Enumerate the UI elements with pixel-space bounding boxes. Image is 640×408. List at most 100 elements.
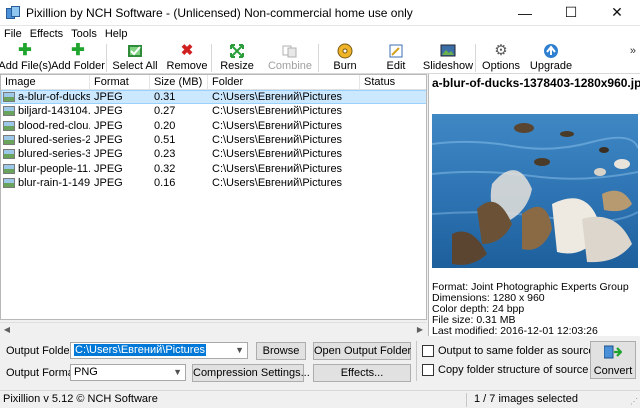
file-folder: C:\Users\Евгений\Pictures bbox=[212, 105, 343, 118]
resize-icon bbox=[229, 43, 245, 59]
file-folder: C:\Users\Евгений\Pictures bbox=[212, 148, 343, 161]
copy-structure-checkbox[interactable]: Copy folder structure of source files bbox=[422, 364, 611, 376]
file-format: JPEG bbox=[94, 91, 123, 104]
checkbox-box[interactable] bbox=[422, 345, 434, 357]
add-files-button[interactable]: ✚ Add File(s) bbox=[0, 42, 52, 74]
file-size: 0.20 bbox=[154, 119, 176, 132]
output-format-value: PNG bbox=[74, 366, 98, 378]
slideshow-button[interactable]: Slideshow bbox=[421, 42, 475, 74]
image-file-icon bbox=[3, 120, 15, 131]
table-row[interactable]: biljard-143104... JPEG 0.27 C:\Users\Евг… bbox=[1, 104, 426, 118]
file-format: JPEG bbox=[94, 105, 123, 118]
convert-label: Convert bbox=[593, 364, 633, 377]
same-folder-checkbox[interactable]: Output to same folder as source files bbox=[422, 345, 617, 357]
file-name: blured-series-3-... bbox=[18, 148, 90, 161]
combine-icon bbox=[282, 43, 298, 59]
column-header-format[interactable]: Format bbox=[90, 75, 150, 90]
divider bbox=[416, 341, 417, 381]
gear-icon: ⚙ bbox=[494, 42, 508, 59]
title-bar: Pixillion by NCH Software - (Unlicensed)… bbox=[0, 0, 640, 26]
image-file-icon bbox=[3, 106, 15, 117]
maximize-button[interactable]: ☐ bbox=[548, 0, 594, 26]
toolbar-overflow-button[interactable]: » bbox=[630, 45, 636, 57]
scroll-right-icon[interactable]: ▶ bbox=[413, 323, 427, 337]
horizontal-scrollbar[interactable]: ◀ ▶ bbox=[0, 322, 427, 336]
file-folder: C:\Users\Евгений\Pictures bbox=[212, 134, 343, 147]
file-size: 0.27 bbox=[154, 105, 176, 118]
column-header-image[interactable]: Image bbox=[1, 75, 90, 90]
column-header-size[interactable]: Size (MB) bbox=[150, 75, 208, 90]
resize-button[interactable]: Resize bbox=[212, 42, 262, 74]
compression-settings-button[interactable]: Compression Settings... bbox=[192, 364, 310, 382]
checkbox-box[interactable] bbox=[422, 364, 434, 376]
file-status bbox=[360, 147, 426, 161]
file-size: 0.16 bbox=[154, 176, 176, 189]
plus-icon: ✚ bbox=[18, 42, 32, 59]
file-format: JPEG bbox=[94, 176, 123, 189]
output-format-combo[interactable]: PNG ▼ bbox=[70, 364, 186, 381]
browse-button[interactable]: Browse bbox=[256, 342, 306, 360]
copy-structure-label: Copy folder structure of source files bbox=[438, 364, 612, 376]
minimize-button[interactable]: — bbox=[502, 0, 548, 26]
close-button[interactable]: ✕ bbox=[594, 0, 640, 26]
slideshow-icon bbox=[440, 43, 456, 59]
convert-icon bbox=[603, 344, 623, 363]
output-folder-combo[interactable]: C:\Users\Евгений\Pictures ▼ bbox=[70, 342, 248, 359]
combine-button[interactable]: Combine bbox=[262, 42, 318, 74]
file-folder: C:\Users\Евгений\Pictures bbox=[212, 119, 343, 132]
file-size: 0.31 bbox=[154, 91, 176, 104]
edit-icon bbox=[388, 43, 404, 59]
image-file-icon bbox=[3, 92, 15, 103]
add-folder-button[interactable]: ✚ Add Folder bbox=[50, 42, 106, 74]
menu-effects[interactable]: Effects bbox=[30, 28, 63, 40]
resize-grip-icon[interactable]: ⋰ bbox=[630, 397, 638, 406]
app-icon bbox=[6, 5, 20, 20]
file-size: 0.32 bbox=[154, 162, 176, 175]
file-name: a-blur-of-ducks... bbox=[18, 91, 90, 104]
remove-button[interactable]: ✖ Remove bbox=[163, 42, 211, 74]
file-status bbox=[360, 176, 426, 190]
open-output-folder-button[interactable]: Open Output Folder bbox=[313, 342, 411, 360]
menu-tools[interactable]: Tools bbox=[71, 28, 97, 40]
chevron-down-icon[interactable]: ▼ bbox=[173, 365, 182, 380]
menu-file[interactable]: File bbox=[4, 28, 22, 40]
menu-bar: File Effects Tools Help bbox=[0, 26, 640, 42]
file-status bbox=[360, 90, 426, 104]
effects-button[interactable]: Effects... bbox=[313, 364, 411, 382]
status-bar: Pixillion v 5.12 © NCH Software 1 / 7 im… bbox=[0, 390, 640, 408]
file-name: blured-series-2-... bbox=[18, 134, 90, 147]
selection-count: 1 / 7 images selected bbox=[474, 393, 578, 405]
window-title: Pixillion by NCH Software - (Unlicensed)… bbox=[26, 5, 413, 20]
table-row[interactable]: blur-rain-1-149... JPEG 0.16 C:\Users\Ев… bbox=[1, 176, 426, 190]
table-row[interactable]: blured-series-3-... JPEG 0.23 C:\Users\Е… bbox=[1, 147, 426, 161]
file-folder: C:\Users\Евгений\Pictures bbox=[212, 176, 343, 189]
file-list[interactable]: Image Format Size (MB) Folder Status a-b… bbox=[0, 74, 427, 320]
scroll-left-icon[interactable]: ◀ bbox=[0, 323, 14, 337]
edit-button[interactable]: Edit bbox=[371, 42, 421, 74]
menu-help[interactable]: Help bbox=[105, 28, 128, 40]
preview-panel: a-blur-of-ducks-1378403-1280x960.jpg For… bbox=[428, 74, 640, 337]
list-header: Image Format Size (MB) Folder Status bbox=[1, 75, 426, 90]
file-status bbox=[360, 119, 426, 133]
options-button[interactable]: ⚙ Options bbox=[476, 42, 526, 74]
upgrade-button[interactable]: Upgrade bbox=[526, 42, 576, 74]
file-format: JPEG bbox=[94, 162, 123, 175]
file-name: blur-people-11... bbox=[18, 162, 90, 175]
column-header-folder[interactable]: Folder bbox=[208, 75, 360, 90]
table-row[interactable]: blood-red-clou... JPEG 0.20 C:\Users\Евг… bbox=[1, 119, 426, 133]
table-row[interactable]: blur-people-11... JPEG 0.32 C:\Users\Евг… bbox=[1, 161, 426, 176]
output-format-label: Output Format: bbox=[6, 367, 80, 379]
file-status bbox=[360, 162, 426, 176]
chevron-down-icon[interactable]: ▼ bbox=[235, 343, 244, 358]
remove-icon: ✖ bbox=[180, 42, 194, 59]
table-row[interactable]: blured-series-2-... JPEG 0.51 C:\Users\Е… bbox=[1, 133, 426, 147]
file-format: JPEG bbox=[94, 148, 123, 161]
disc-icon bbox=[337, 43, 353, 59]
status-separator bbox=[466, 393, 467, 407]
table-row[interactable]: a-blur-of-ducks... JPEG 0.31 C:\Users\Ев… bbox=[1, 90, 426, 105]
select-all-button[interactable]: Select All bbox=[107, 42, 163, 74]
burn-button[interactable]: Burn bbox=[319, 42, 371, 74]
convert-button[interactable]: Convert bbox=[590, 341, 636, 379]
file-name: biljard-143104... bbox=[18, 105, 90, 118]
column-header-status[interactable]: Status bbox=[360, 75, 426, 90]
